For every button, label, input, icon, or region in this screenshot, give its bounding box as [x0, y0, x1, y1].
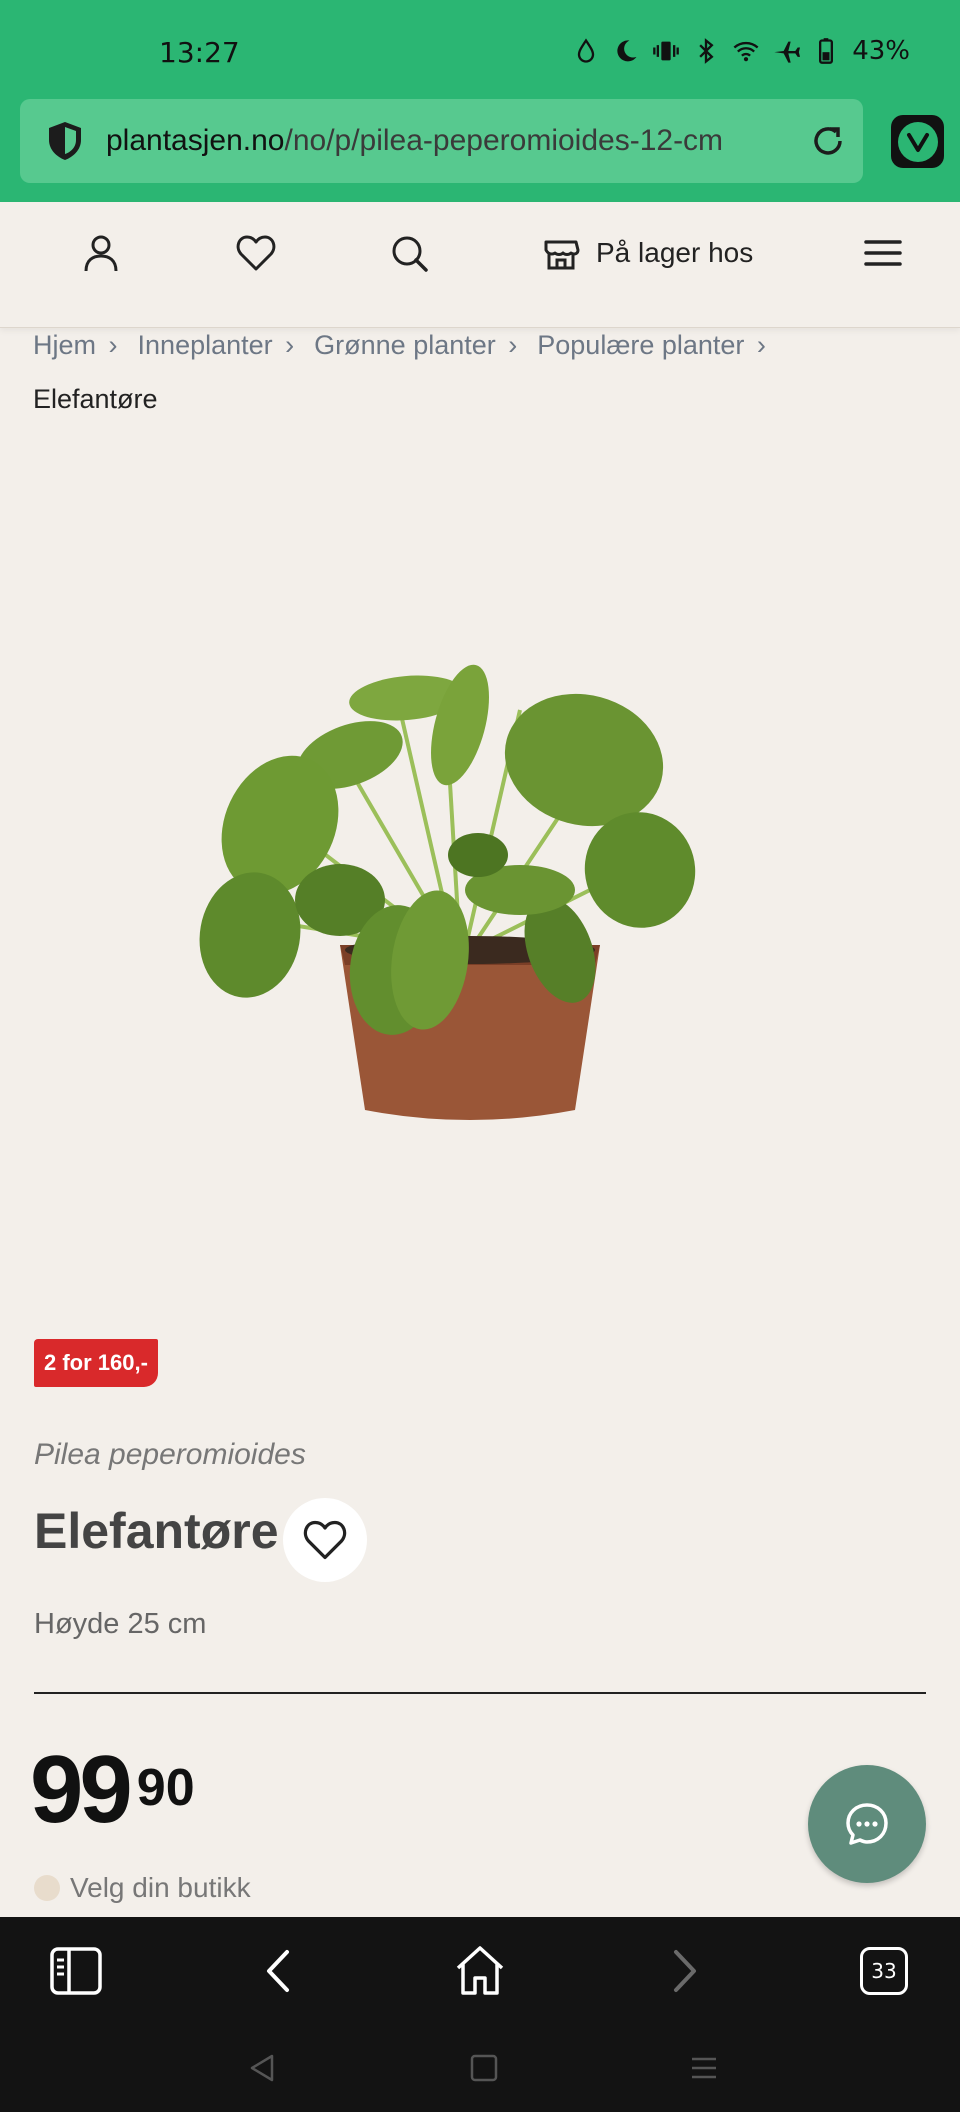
status-icons: 43%: [572, 36, 910, 66]
battery-icon: [819, 38, 834, 64]
account-button[interactable]: [80, 228, 122, 278]
home-icon: [456, 1946, 504, 1995]
wishlist-button[interactable]: [235, 228, 277, 278]
chevron-left-icon: [267, 1950, 289, 1992]
add-to-wishlist-button[interactable]: [283, 1498, 367, 1582]
drop-icon: [578, 38, 595, 63]
heart-icon: [303, 1520, 347, 1560]
chevron-right-icon: [674, 1950, 696, 1992]
breadcrumb-item-gronne-planter[interactable]: Grønne planter: [314, 330, 496, 360]
sidebar-panel-icon: [50, 1947, 102, 1995]
airplane-icon: [774, 41, 801, 63]
chevron-right-icon: ›: [285, 330, 295, 360]
browser-bottom-toolbar: 33: [0, 1917, 960, 2022]
breadcrumb-current: Elefantøre: [33, 384, 158, 414]
stock-label: På lager hos: [596, 237, 754, 268]
wifi-icon: [733, 41, 759, 62]
stock-availability-button[interactable]: På lager hos: [540, 228, 753, 278]
search-icon: [392, 236, 428, 272]
breadcrumb-item-inneplanter[interactable]: Inneplanter: [138, 330, 273, 360]
reload-icon[interactable]: [808, 121, 848, 161]
forward-button[interactable]: [655, 1943, 711, 1999]
hamburger-menu-icon: [864, 240, 902, 266]
breadcrumb-item-hjem[interactable]: Hjem: [33, 330, 96, 360]
system-navigation-bar: [0, 2022, 960, 2112]
product-height: Høyde 25 cm: [34, 1608, 207, 1640]
panel-toggle-button[interactable]: [48, 1943, 104, 1999]
address-bar[interactable]: plantasjen.no/no/p/pilea-peperomioides-1…: [20, 99, 863, 183]
breadcrumb: Hjem › Inneplanter › Grønne planter › Popul…: [33, 318, 933, 426]
product-title: Elefantøre: [34, 1503, 279, 1559]
search-button[interactable]: [388, 228, 430, 278]
promo-badge: 2 for 160,-: [34, 1339, 158, 1387]
vivaldi-menu-button[interactable]: [891, 115, 944, 168]
url-text[interactable]: plantasjen.no/no/p/pilea-peperomioides-1…: [106, 119, 770, 163]
back-button[interactable]: [252, 1943, 308, 1999]
bluetooth-icon: [699, 38, 714, 64]
vivaldi-logo-icon: [897, 121, 938, 162]
battery-percent: 43%: [852, 36, 910, 66]
chevron-right-icon: ›: [108, 330, 118, 360]
menu-button[interactable]: [862, 228, 904, 278]
nav-recents-icon[interactable]: [686, 2050, 722, 2086]
moon-icon: [617, 40, 637, 62]
store-icon: [544, 240, 580, 270]
chevron-right-icon: ›: [756, 330, 766, 360]
select-store-link[interactable]: Velg din butikk: [34, 1872, 251, 1904]
product-price: 99 90: [30, 1740, 195, 1840]
product-latin-name: Pilea peperomioides: [34, 1438, 306, 1471]
tab-count: 33: [860, 1947, 908, 1995]
breadcrumb-item-populaere-planter[interactable]: Populære planter: [537, 330, 744, 360]
vibrate-icon: [653, 41, 680, 61]
site-header: På lager hos: [0, 202, 960, 328]
store-status-dot: [34, 1875, 60, 1901]
price-decimals: 90: [136, 1759, 195, 1817]
price-main: 99: [30, 1736, 133, 1843]
select-store-label: Velg din butikk: [70, 1872, 251, 1903]
url-path: /no/p/pilea-peperomioides-12-cm: [284, 124, 724, 157]
url-domain: plantasjen.no: [106, 124, 285, 157]
tabs-button[interactable]: 33: [856, 1943, 912, 1999]
shield-icon[interactable]: [45, 120, 85, 162]
divider: [34, 1692, 926, 1694]
browser-top-chrome: 13:27 43% plantasjen.no/no/p/pilea-peper…: [0, 0, 960, 202]
user-icon: [84, 235, 118, 272]
chat-bubble-icon: [846, 1803, 888, 1845]
nav-home-icon[interactable]: [466, 2050, 502, 2086]
nav-back-icon[interactable]: [244, 2050, 280, 2086]
chat-button[interactable]: [808, 1765, 926, 1883]
heart-icon: [236, 235, 276, 271]
chevron-right-icon: ›: [508, 330, 518, 360]
product-image[interactable]: [190, 660, 750, 1130]
status-time: 13:27: [159, 36, 240, 69]
home-button[interactable]: [452, 1943, 508, 1999]
